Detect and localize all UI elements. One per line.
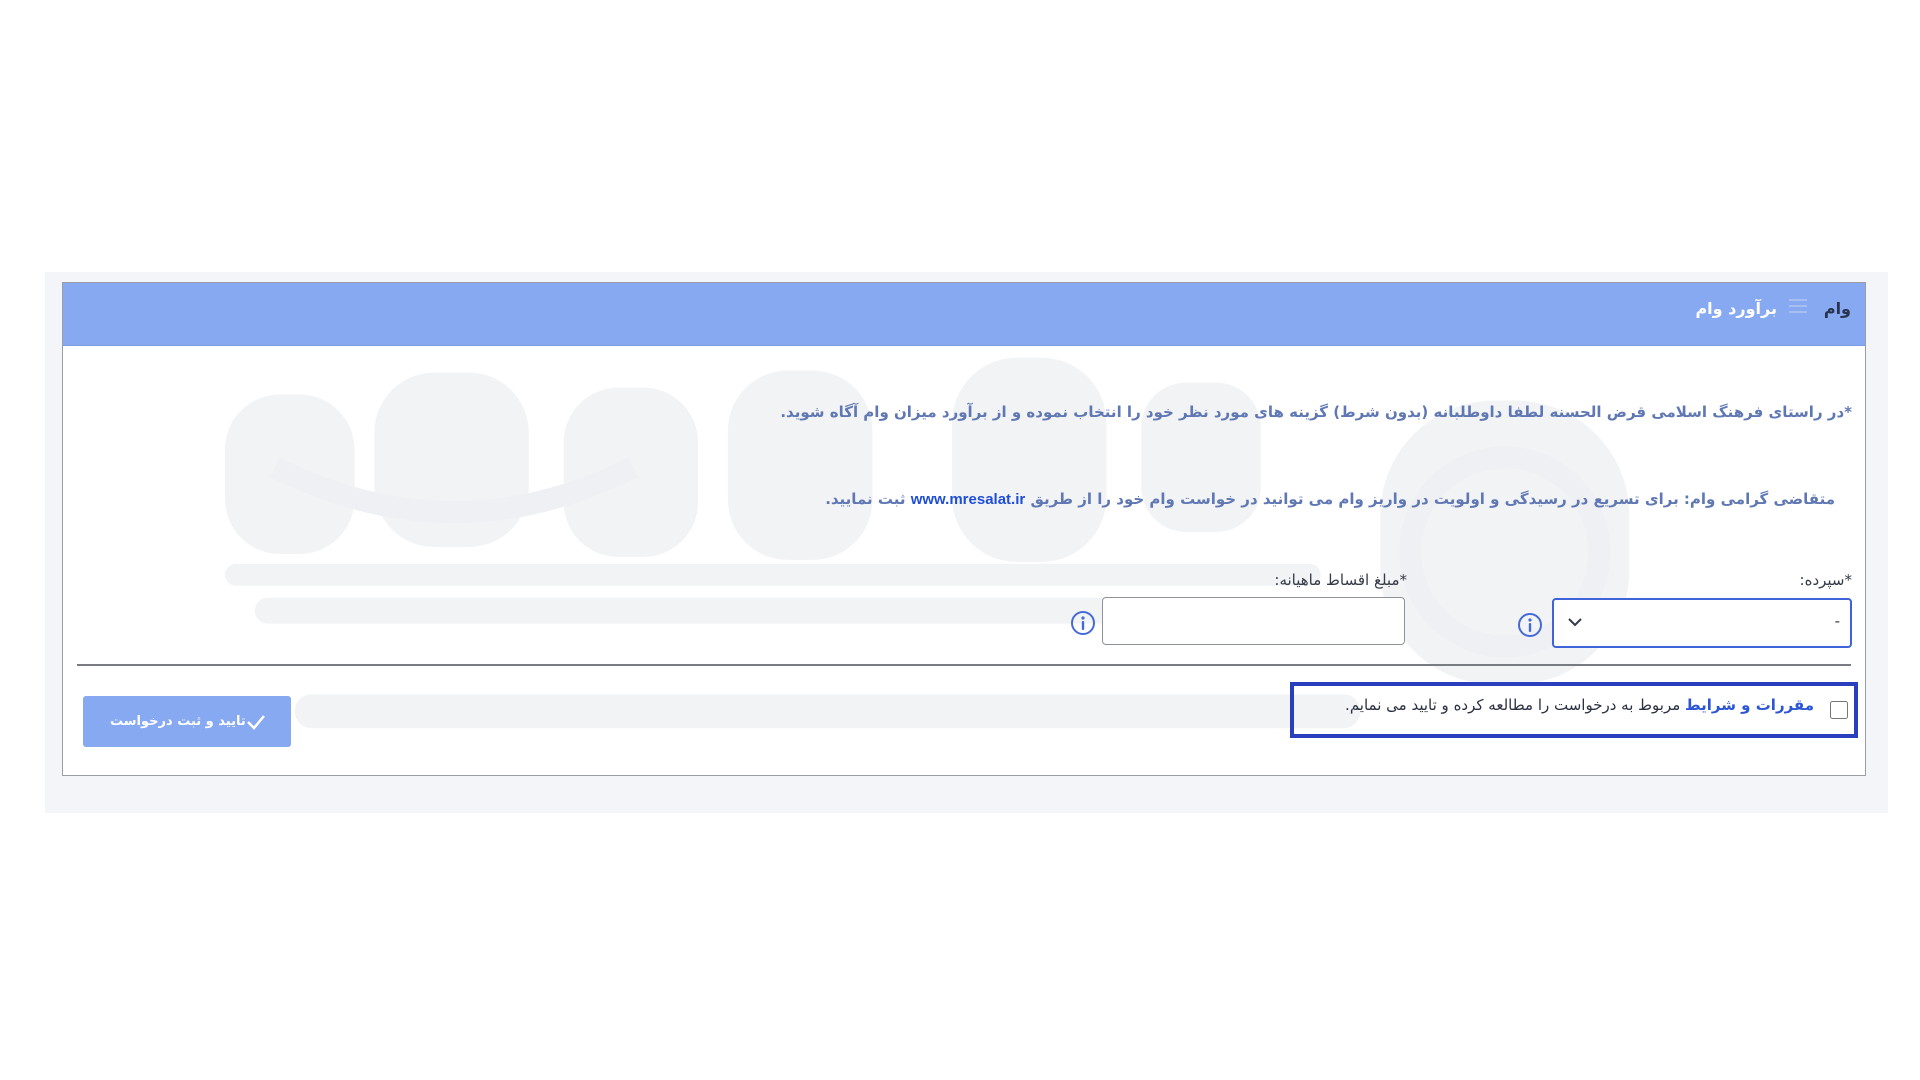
check-icon (247, 715, 265, 730)
deposit-select[interactable]: - (1552, 598, 1852, 648)
loan-intro-text: *در راستای فرهنگ اسلامی قرض الحسنه لطفا … (780, 403, 1852, 421)
menu-icon[interactable] (1789, 299, 1807, 313)
terms-agreement-label: مربوط به درخواست را مطالعه کرده و تایید … (1345, 696, 1681, 714)
chevron-down-icon[interactable] (1567, 614, 1583, 630)
deposit-info-icon[interactable] (1517, 612, 1543, 638)
notice-prefix: متقاضی گرامی وام: برای تسریع در رسیدگی و… (1030, 490, 1835, 508)
loan-notice-text: متقاضی گرامی وام: برای تسریع در رسیدگی و… (335, 490, 1835, 508)
panel-header: وام برآورد وام (63, 283, 1865, 346)
loan-estimate-panel: وام برآورد وام *در راستای فرهنگ اسلامی ق… (62, 282, 1866, 776)
breadcrumb-loan-estimate: برآورد وام (1695, 299, 1777, 318)
page-title: وام (1823, 299, 1851, 318)
notice-suffix: ثبت نمایید. (825, 490, 906, 508)
submit-request-button[interactable]: تایید و ثبت درخواست (83, 696, 291, 747)
terms-agreement-text: مقررات و شرایط مربوط به درخواست را مطالع… (1345, 696, 1814, 714)
monthly-installment-input[interactable] (1102, 597, 1405, 645)
deposit-label: *سپرده: (1799, 571, 1852, 589)
mresalat-link[interactable]: www.mresalat.ir (911, 491, 1026, 508)
terms-checkbox[interactable] (1830, 701, 1848, 719)
terms-conditions-link[interactable]: مقررات و شرایط (1685, 696, 1814, 714)
deposit-select-value: - (1834, 612, 1840, 630)
submit-button-label: تایید و ثبت درخواست (110, 714, 246, 729)
installment-info-icon[interactable] (1070, 610, 1096, 636)
monthly-installment-label: *مبلغ اقساط ماهیانه: (1274, 571, 1407, 589)
form-separator (77, 664, 1851, 666)
